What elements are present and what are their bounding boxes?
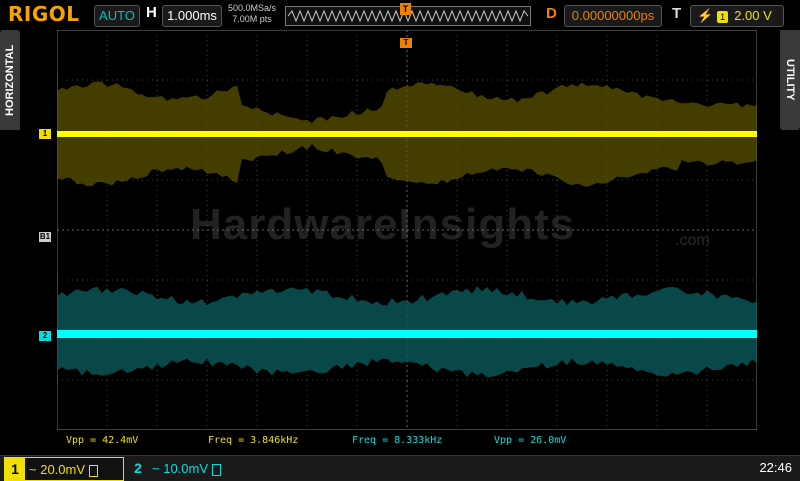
- trigger-settings[interactable]: ⚡ 1 2.00 V: [690, 5, 784, 27]
- top-status-bar: RIGOL AUTO H 1.000ms 500.0MSa/s 7.00M pt…: [0, 0, 800, 30]
- measurement-vpp-ch2: Vpp = 26.0mV: [494, 435, 566, 449]
- rigol-logo: RIGOL: [8, 2, 80, 26]
- trigger-source-badge: 1: [717, 11, 728, 23]
- bottom-status-bar: 1 ~ 20.0mV 2 ~ 10.0mV 22:46: [0, 455, 800, 481]
- trigger-position-marker: T: [400, 3, 411, 15]
- memory-depth: 7.00M pts: [224, 14, 280, 25]
- measurement-freq-ch2: Freq = 8.333kHz: [352, 435, 442, 449]
- bandwidth-limit-icon: [212, 464, 221, 476]
- watermark-text: HardwareInsights: [190, 200, 575, 250]
- channel-2-scale: 10.0mV: [163, 461, 208, 476]
- timebase-value[interactable]: 1.000ms: [162, 5, 222, 27]
- channel-1-coupling: ~: [29, 462, 37, 477]
- acquisition-info: 500.0MSa/s 7.00M pts: [224, 3, 280, 25]
- measurement-freq-ch1: Freq = 3.846kHz: [208, 435, 298, 449]
- channel-2-settings[interactable]: 2 ~ 10.0mV: [128, 457, 234, 479]
- channel-1-number: 1: [5, 458, 25, 480]
- trigger-time-marker[interactable]: T: [400, 38, 412, 48]
- trigger-delay-value[interactable]: 0.00000000ps: [564, 5, 662, 27]
- ch1-offset-marker[interactable]: 1: [39, 129, 51, 139]
- horizontal-label: H: [146, 4, 157, 21]
- channel-1-scale: 20.0mV: [40, 462, 85, 477]
- horizontal-menu-tab[interactable]: HORIZONTAL: [0, 30, 20, 130]
- trigger-mode-indicator[interactable]: AUTO: [94, 5, 140, 27]
- trigger-label: T: [672, 5, 681, 22]
- sample-rate: 500.0MSa/s: [224, 3, 280, 14]
- right-side-panel: UTILITY: [780, 30, 800, 460]
- watermark-domain: .com: [675, 232, 710, 250]
- channel-1-settings[interactable]: 1 ~ 20.0mV: [4, 457, 124, 481]
- channel-2-coupling: ~: [152, 461, 160, 476]
- system-clock: 22:46: [759, 460, 792, 475]
- measurement-vpp-ch1: Vpp = 42.4mV: [66, 435, 138, 449]
- trigger-level: 2.00 V: [734, 8, 772, 23]
- ch2-offset-marker[interactable]: 2: [39, 331, 51, 341]
- bandwidth-limit-icon: [89, 465, 98, 477]
- left-side-panel: HORIZONTAL: [0, 30, 20, 460]
- math-offset-marker[interactable]: B1: [39, 232, 51, 242]
- utility-menu-tab[interactable]: UTILITY: [780, 30, 800, 130]
- channel-2-number: 2: [128, 457, 148, 479]
- delay-label: D: [546, 5, 557, 22]
- rising-edge-icon: ⚡: [697, 8, 713, 23]
